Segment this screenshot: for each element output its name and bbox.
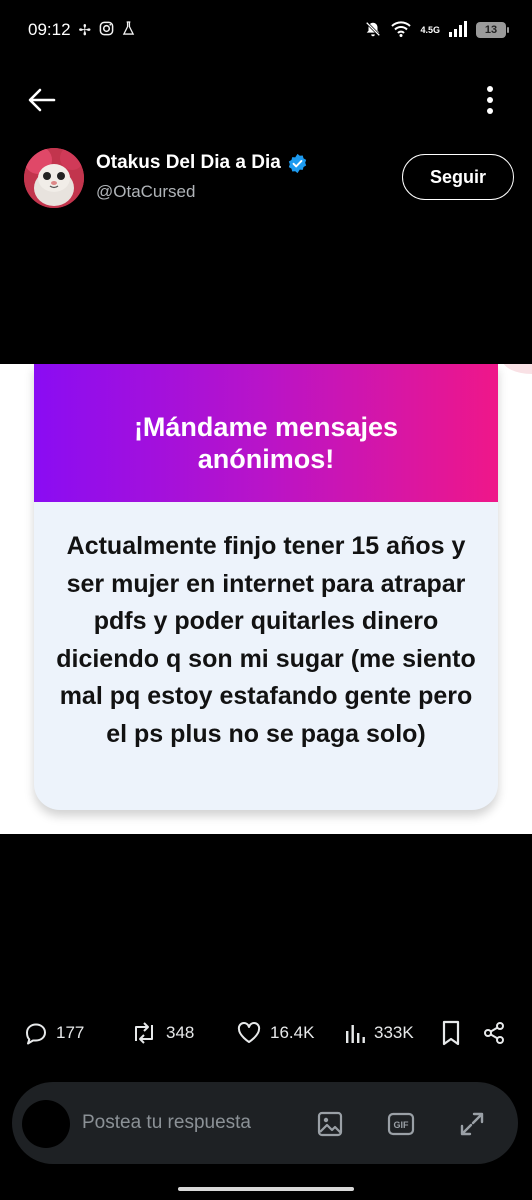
card-title: ¡Mándame mensajes anónimos! (133, 412, 399, 474)
card-header: ¡Mándame mensajes anónimos! (34, 364, 498, 502)
status-bar: 09:12 ✢ 4.5G 13 (0, 0, 532, 60)
decorative-shape (502, 364, 532, 374)
repost-count: 348 (166, 1023, 195, 1042)
back-button[interactable] (26, 84, 58, 116)
user-avatar (22, 1100, 70, 1148)
like-count: 16.4K (270, 1023, 315, 1042)
arrow-left-icon (28, 88, 56, 112)
share-icon (484, 1022, 504, 1044)
anonymous-message-card: ¡Mándame mensajes anónimos! Actualmente … (34, 364, 498, 810)
expand-composer-button[interactable] (458, 1110, 486, 1138)
verified-badge-icon (288, 153, 306, 173)
status-left: 09:12 ✢ (28, 20, 135, 40)
view-count: 333K (374, 1023, 414, 1042)
bookmark-icon (442, 1020, 460, 1046)
reply-button[interactable]: 177 (24, 1012, 84, 1054)
network-label: 4.5G (420, 24, 440, 35)
instagram-icon (99, 21, 114, 40)
name-row: Otakus Del Dia a Dia (96, 152, 308, 174)
fan-icon: ✢ (78, 22, 92, 39)
wifi-icon (391, 20, 412, 40)
mute-icon (364, 20, 382, 41)
reply-count: 177 (56, 1023, 85, 1042)
more-options-button[interactable] (478, 84, 502, 116)
handle[interactable]: @OtaCursed (96, 182, 195, 202)
flask-icon (122, 20, 135, 40)
top-bar (0, 72, 532, 128)
post-author: Otakus Del Dia a Dia @OtaCursed Seguir (24, 148, 514, 212)
home-indicator (178, 1187, 354, 1191)
expand-icon (460, 1112, 484, 1136)
signal-icon (449, 20, 467, 40)
add-gif-button[interactable]: GIF (387, 1110, 415, 1138)
bookmark-button[interactable] (440, 1012, 462, 1054)
bar-chart-icon (346, 1025, 365, 1043)
heart-icon (237, 1022, 261, 1043)
reply-input[interactable] (82, 1106, 302, 1140)
post-image[interactable]: ¡Mándame mensajes anónimos! Actualmente … (0, 364, 532, 834)
post-actions: 177 348 16.4K 333K (0, 1012, 532, 1054)
clock: 09:12 (28, 20, 71, 39)
battery-indicator: 13 (476, 22, 509, 38)
follow-button[interactable]: Seguir (402, 154, 514, 200)
reply-composer: GIF (12, 1082, 518, 1164)
comment-icon (26, 1023, 46, 1045)
display-name[interactable]: Otakus Del Dia a Dia (96, 152, 281, 174)
image-icon (317, 1111, 343, 1137)
share-button[interactable] (482, 1012, 506, 1054)
card-message: Actualmente finjo tener 15 años y ser mu… (56, 532, 476, 748)
views-button[interactable]: 333K (344, 1012, 414, 1054)
repost-icon (135, 1022, 153, 1044)
more-vertical-icon (487, 86, 493, 114)
avatar[interactable] (24, 148, 84, 208)
like-button[interactable]: 16.4K (236, 1012, 314, 1054)
svg-text:GIF: GIF (394, 1120, 410, 1130)
add-image-button[interactable] (316, 1110, 344, 1138)
card-body: Actualmente finjo tener 15 años y ser mu… (34, 502, 498, 753)
gif-icon: GIF (387, 1112, 415, 1136)
repost-button[interactable]: 348 (130, 1012, 194, 1054)
status-right: 4.5G 13 (364, 20, 509, 41)
